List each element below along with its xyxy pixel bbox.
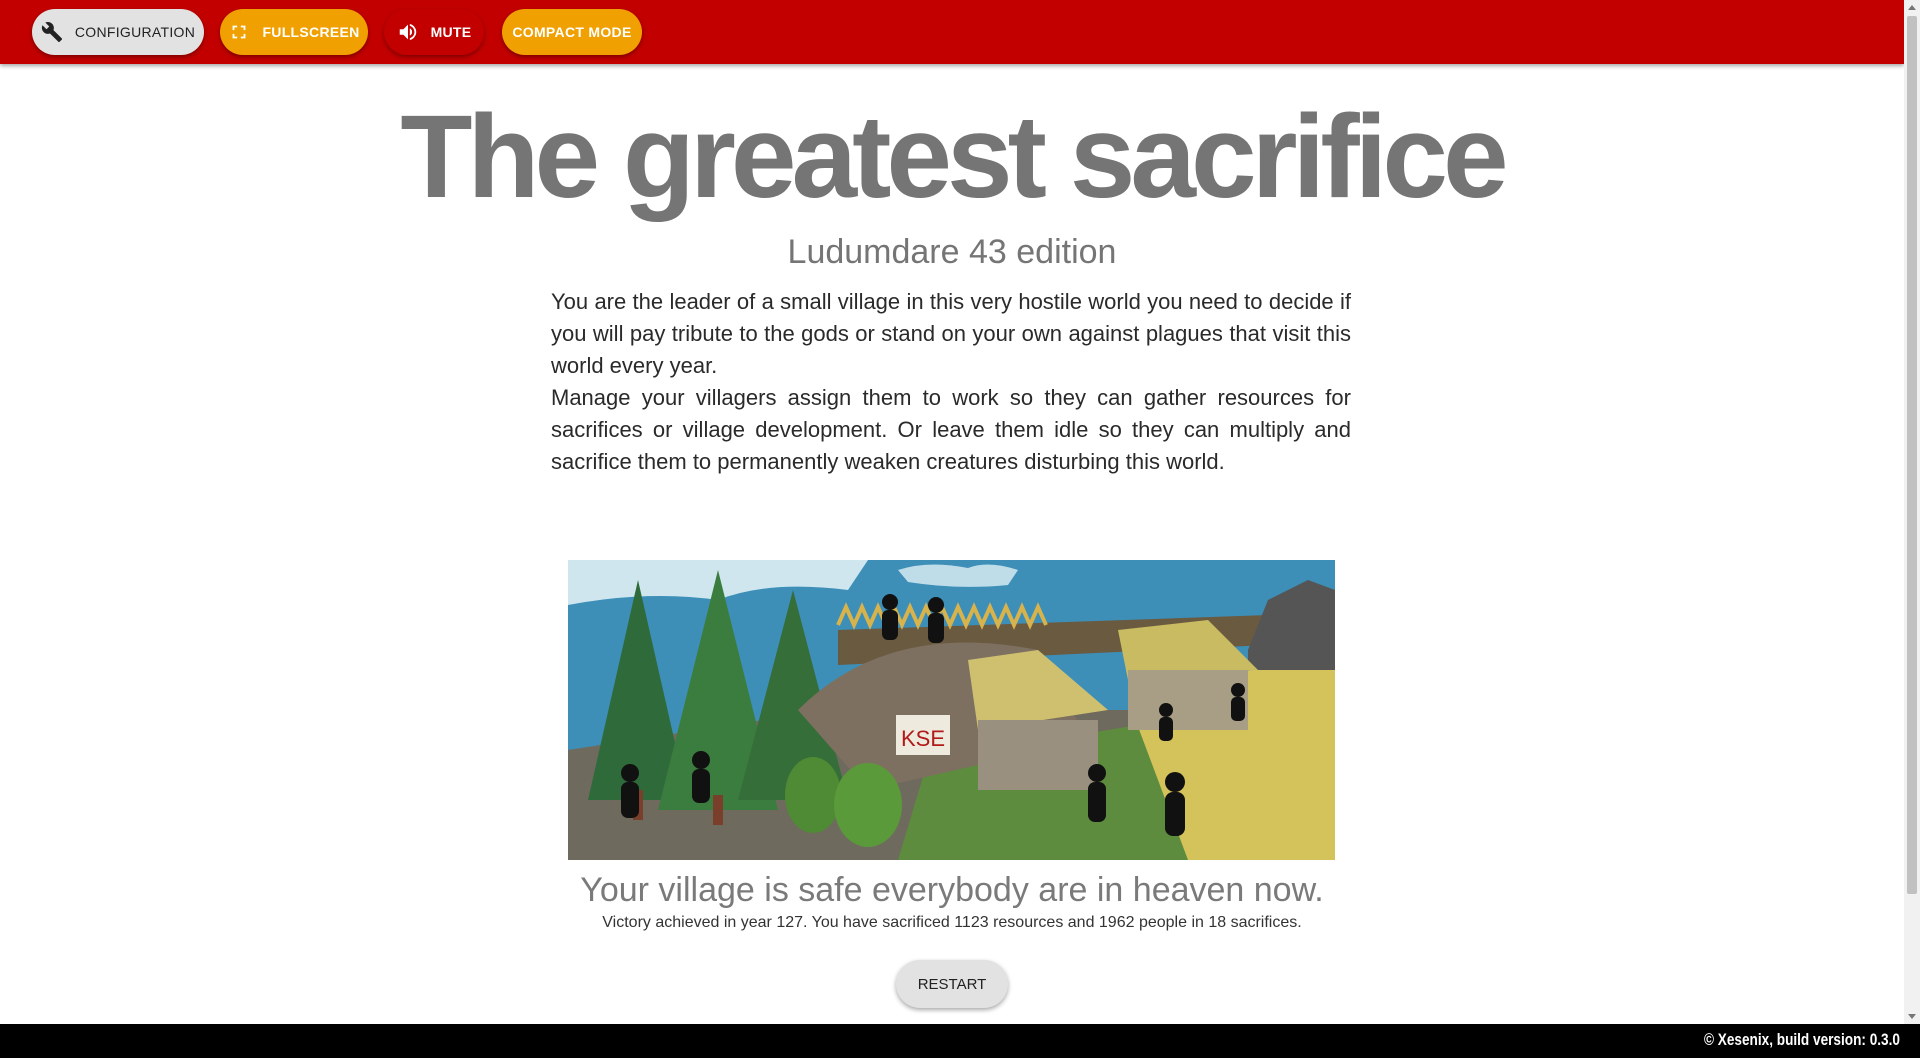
- configuration-button[interactable]: CONFIGURATION: [32, 9, 204, 55]
- top-toolbar: CONFIGURATION FULLSCREEN MUTE COMPACT MO…: [0, 0, 1904, 64]
- scrollbar-thumb[interactable]: [1907, 16, 1917, 894]
- game-subtitle: Ludumdare 43 edition: [787, 233, 1117, 271]
- game-title: The greatest sacrifice: [400, 91, 1508, 223]
- fullscreen-button[interactable]: FULLSCREEN: [220, 9, 368, 55]
- village-scene-image: KSE: [568, 560, 1335, 860]
- wrench-icon: [41, 22, 62, 43]
- description-paragraph: You are the leader of a small village in…: [551, 289, 1351, 378]
- footer-bar: © Xesenix, build version: 0.3.0: [0, 1024, 1920, 1058]
- result-stats: Victory achieved in year 127. You have s…: [602, 914, 1302, 931]
- vertical-scrollbar[interactable]: [1904, 0, 1920, 1024]
- game-description: You are the leader of a small village in…: [551, 286, 1351, 478]
- scroll-down-arrow-icon[interactable]: [1908, 1014, 1916, 1019]
- scroll-up-arrow-icon[interactable]: [1908, 5, 1916, 10]
- mute-button[interactable]: MUTE: [384, 9, 484, 55]
- build-version-text: © Xesenix, build version: 0.3.0: [1704, 1030, 1900, 1049]
- description-paragraph: Manage your villagers assign them to wor…: [551, 385, 1351, 474]
- compact-mode-label: COMPACT MODE: [512, 24, 632, 40]
- restart-button[interactable]: RESTART: [896, 960, 1008, 1008]
- mute-label: MUTE: [430, 24, 472, 40]
- fullscreen-icon: [233, 25, 246, 39]
- sign-text: KSE: [901, 726, 945, 751]
- result-title: Your village is safe everybody are in he…: [580, 871, 1324, 909]
- compact-mode-button[interactable]: COMPACT MODE: [502, 9, 642, 55]
- fullscreen-label: FULLSCREEN: [262, 24, 360, 40]
- configuration-label: CONFIGURATION: [74, 24, 196, 40]
- speaker-icon: [399, 23, 416, 41]
